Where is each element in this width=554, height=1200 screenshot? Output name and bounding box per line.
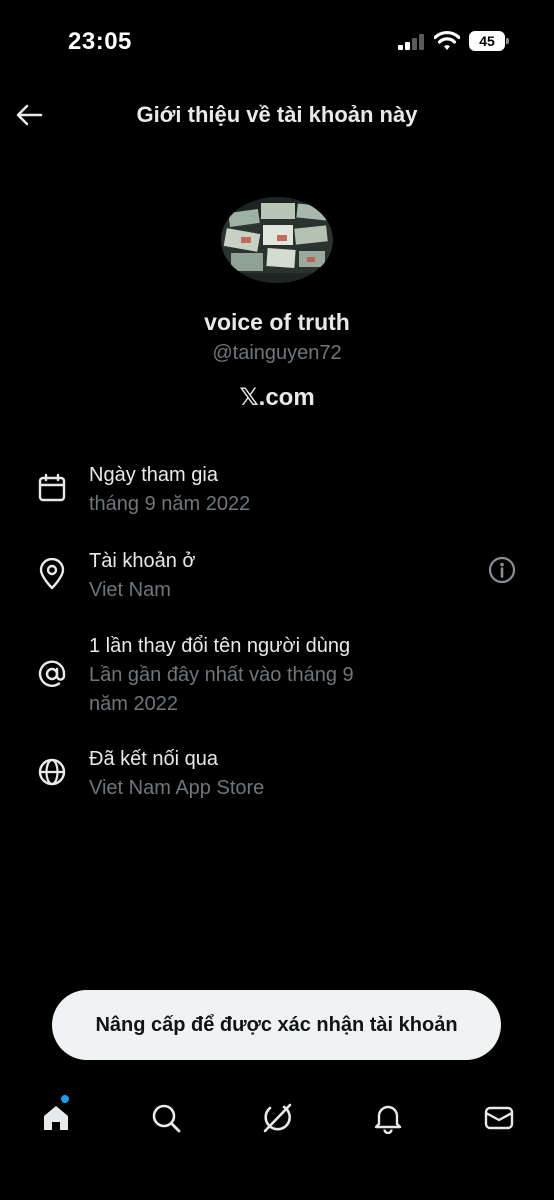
bottom-nav [0,1090,554,1150]
x-logo-domain: 𝕏.com [239,384,315,411]
cellular-signal-icon [398,34,426,50]
profile-handle: @tainguyen72 [212,342,342,364]
info-label: Đã kết nối qua [89,748,218,770]
battery-icon: 45 [469,31,509,51]
info-value: Viet Nam App Store [89,777,265,799]
bell-icon [374,1105,402,1134]
home-icon [44,1106,68,1130]
wifi-icon [433,30,461,52]
about-account-screen: 23:05 45 Giới thiệu về tài khoản này voi… [0,0,554,1200]
status-bar: 23:05 45 [0,0,554,80]
notification-dot [61,1095,69,1103]
nav-notifications[interactable] [370,1100,406,1136]
profile-name: voice of truth [204,309,350,335]
nav-home[interactable] [38,1100,74,1136]
info-value: Viet Nam [89,579,171,601]
nav-grok[interactable] [259,1100,295,1136]
avatar [221,197,333,283]
globe-icon [38,758,66,786]
mail-icon [484,1106,514,1130]
grok-icon [263,1103,292,1133]
info-label: Tài khoản ở [89,550,196,572]
info-label: 1 lần thay đổi tên người dùng [89,635,351,657]
nav-search[interactable] [148,1100,184,1136]
info-circle-icon[interactable] [488,556,516,584]
info-label: Ngày tham gia [89,464,218,486]
status-time: 23:05 [68,28,132,55]
page-title: Giới thiệu về tài khoản này [136,102,418,127]
search-icon [152,1104,181,1133]
location-pin-icon [39,558,65,590]
at-sign-icon [38,660,66,687]
info-value: Lần gần đây nhất vào tháng 9 năm 2022 [89,664,354,715]
upgrade-verify-button[interactable]: Nâng cấp để được xác nhận tài khoản [52,990,501,1060]
header: Giới thiệu về tài khoản này [0,90,554,140]
nav-messages[interactable] [481,1100,517,1136]
info-value: tháng 9 năm 2022 [89,493,251,515]
battery-level: 45 [469,31,505,51]
calendar-icon [38,473,66,502]
